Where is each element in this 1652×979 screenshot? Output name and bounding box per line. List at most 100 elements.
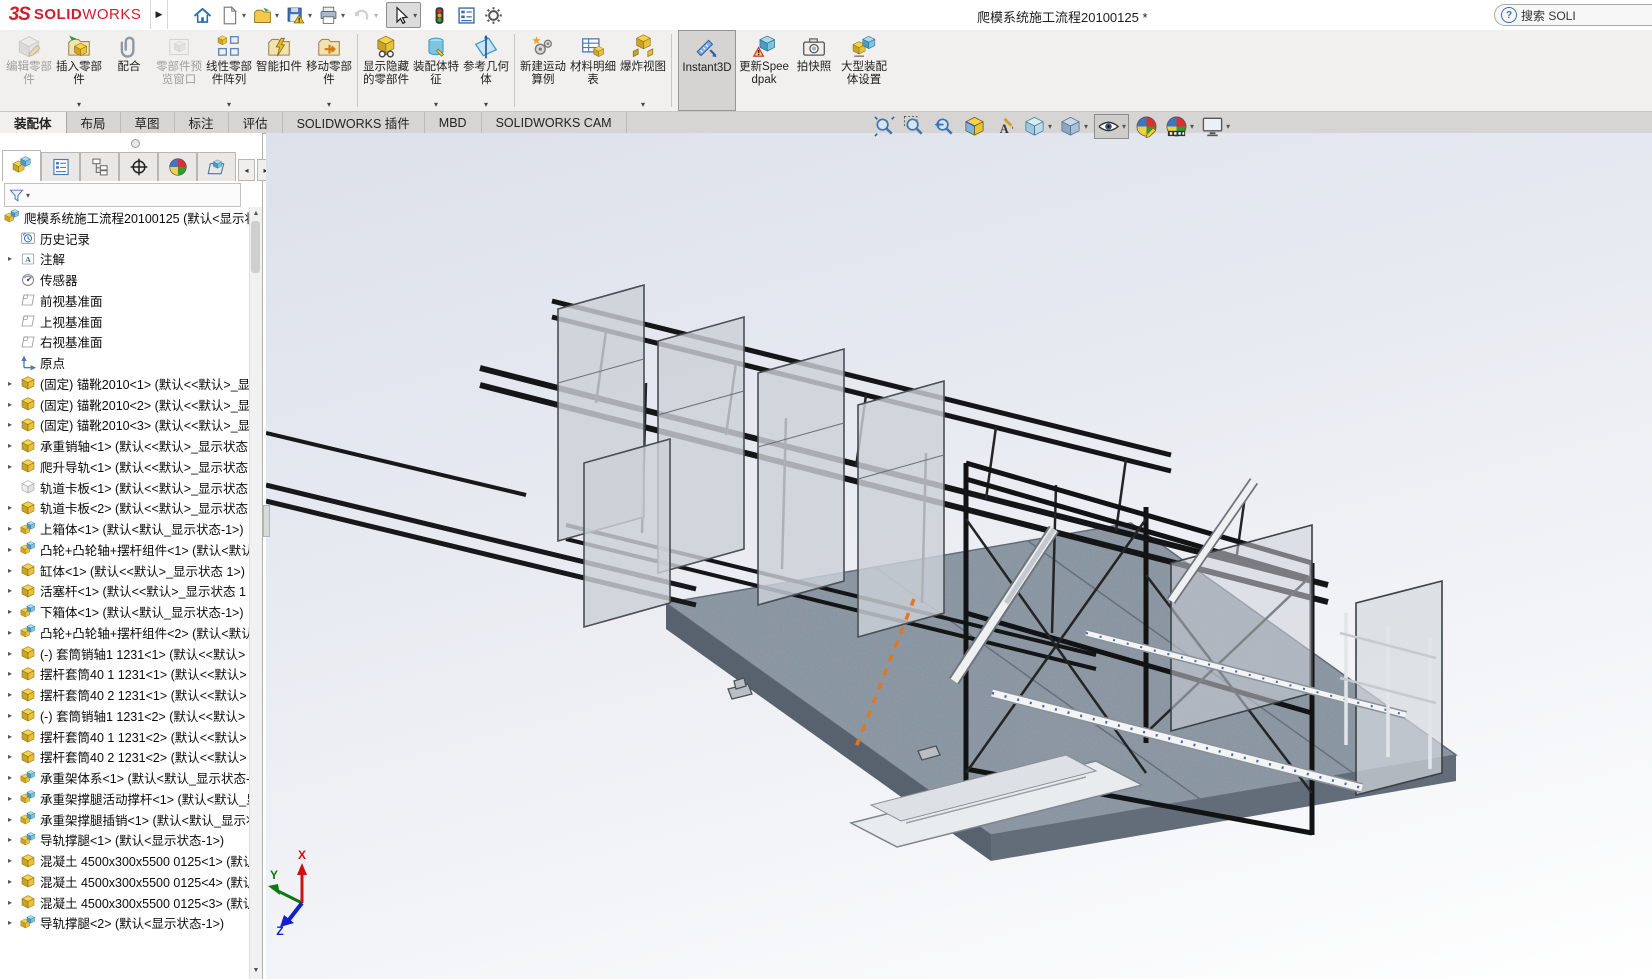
tree-item[interactable]: ▸ 活塞杆<1> (默认<<默认>_显示状态 1 bbox=[0, 581, 250, 602]
tree-item[interactable]: 原点 bbox=[0, 352, 250, 373]
smart-fastener-button[interactable]: 智能扣件 bbox=[254, 30, 304, 111]
viewport-3d[interactable]: X Y Z bbox=[266, 133, 1652, 979]
command-tab-7[interactable]: SOLIDWORKS CAM bbox=[482, 112, 627, 133]
dropdown-caret-icon[interactable]: ▾ bbox=[77, 100, 81, 109]
expand-arrow[interactable]: ▸ bbox=[0, 524, 20, 533]
tree-item[interactable]: ▸ 摆杆套筒40 1 1231<1> (默认<<默认> bbox=[0, 664, 250, 685]
tree-item[interactable]: ▸ 混凝土 4500x300x5500 0125<1> (默认 bbox=[0, 850, 250, 871]
reference-geometry-button[interactable]: 参考几何体 ▾ bbox=[461, 30, 511, 111]
panel-tab-scroll-left[interactable]: ◂ bbox=[238, 159, 255, 181]
tree-item[interactable]: 爬模系统施工流程20100125 (默认<显示状 bbox=[0, 207, 250, 228]
dropdown-caret-icon[interactable]: ▾ bbox=[341, 11, 345, 20]
expand-arrow[interactable]: ▸ bbox=[0, 898, 20, 907]
previous-view-button[interactable] bbox=[932, 114, 957, 139]
tree-item[interactable]: ▸ 混凝土 4500x300x5500 0125<4> (默认 bbox=[0, 871, 250, 892]
bom-table-button[interactable]: 材料明细表 bbox=[568, 30, 618, 111]
save-button[interactable]: ▾ bbox=[283, 2, 314, 28]
dropdown-caret-icon[interactable]: ▾ bbox=[308, 11, 312, 20]
expand-arrow[interactable]: ▸ bbox=[0, 918, 20, 927]
tree-item[interactable]: ▸ (-) 套筒销轴1 1231<1> (默认<<默认> bbox=[0, 643, 250, 664]
tree-item[interactable]: ▸ A 注解 bbox=[0, 249, 250, 270]
command-tab-6[interactable]: MBD bbox=[425, 112, 482, 133]
exploded-view-button[interactable]: 爆炸视图 ▾ bbox=[618, 30, 668, 111]
move-component-button[interactable]: 移动零部件 ▾ bbox=[304, 30, 354, 111]
dropdown-caret-icon[interactable]: ▾ bbox=[1226, 122, 1230, 131]
dropdown-caret-icon[interactable]: ▾ bbox=[1190, 122, 1194, 131]
tree-item[interactable]: ▸ 摆杆套筒40 1 1231<2> (默认<<默认> bbox=[0, 726, 250, 747]
tree-item[interactable]: ▸ 缸体<1> (默认<<默认>_显示状态 1>) bbox=[0, 560, 250, 581]
tree-item[interactable]: ▸ 上箱体<1> (默认<默认_显示状态-1>) bbox=[0, 518, 250, 539]
motion-study-button[interactable]: 新建运动算例 bbox=[518, 30, 568, 111]
tree-item[interactable]: ▸ (固定) 锚靴2010<3> (默认<<默认>_显 bbox=[0, 415, 250, 436]
tree-item[interactable]: ▸ 凸轮+凸轮轴+摆杆组件<1> (默认<默认 bbox=[0, 539, 250, 560]
tree-item[interactable]: ▸ 轨道卡板<2> (默认<<默认>_显示状态 bbox=[0, 498, 250, 519]
expand-arrow[interactable]: ▸ bbox=[0, 856, 20, 865]
expand-arrow[interactable]: ▸ bbox=[0, 877, 20, 886]
annotation-visibility-button[interactable]: A bbox=[992, 114, 1017, 139]
command-tab-5[interactable]: SOLIDWORKS 插件 bbox=[283, 112, 425, 133]
tree-item[interactable]: ▸ 承重销轴<1> (默认<<默认>_显示状态 bbox=[0, 435, 250, 456]
expand-arrow[interactable]: ▸ bbox=[0, 586, 20, 595]
tree-item[interactable]: 上视基准面 bbox=[0, 311, 250, 332]
displaymanager-tab[interactable] bbox=[158, 152, 197, 181]
update-speedpak-button[interactable]: 更新Speedpak bbox=[739, 30, 789, 111]
command-tab-4[interactable]: 评估 bbox=[229, 112, 283, 133]
instant3d-button[interactable]: Instant3D bbox=[678, 30, 736, 111]
expand-arrow[interactable]: ▸ bbox=[0, 649, 20, 658]
home-button[interactable] bbox=[190, 2, 215, 28]
rebuild-traffic-light-button[interactable] bbox=[427, 2, 452, 28]
expand-arrow[interactable]: ▸ bbox=[0, 566, 20, 575]
tree-item[interactable]: ▸ 混凝土 4500x300x5500 0125<3> (默认 bbox=[0, 892, 250, 913]
tree-item[interactable]: 右视基准面 bbox=[0, 332, 250, 353]
expand-arrow[interactable]: ▸ bbox=[0, 732, 20, 741]
expand-arrow[interactable]: ▸ bbox=[0, 690, 20, 699]
snapshot-button[interactable]: 拍快照 bbox=[789, 30, 839, 111]
view-settings-button[interactable]: ▾ bbox=[1200, 114, 1231, 139]
expand-arrow[interactable]: ▸ bbox=[0, 503, 20, 512]
edit-appearance-button[interactable] bbox=[1134, 114, 1159, 139]
scroll-up-arrow[interactable]: ▲ bbox=[250, 207, 262, 220]
tree-scrollbar[interactable]: ▲ ▼ bbox=[249, 207, 262, 979]
command-tab-1[interactable]: 布局 bbox=[67, 112, 121, 133]
expand-arrow[interactable]: ▸ bbox=[0, 400, 20, 409]
open-button[interactable]: ▾ bbox=[250, 2, 281, 28]
component-preview-button[interactable]: 零部件预览窗口 bbox=[154, 30, 204, 111]
expand-arrow[interactable]: ▸ bbox=[0, 752, 20, 761]
scroll-down-arrow[interactable]: ▼ bbox=[250, 964, 262, 977]
expand-arrow[interactable]: ▸ bbox=[0, 773, 20, 782]
expand-arrow[interactable]: ▸ bbox=[0, 379, 20, 388]
edit-component-button[interactable]: 编辑零部件 bbox=[4, 30, 54, 111]
linear-pattern-button[interactable]: 线性零部件阵列 ▾ bbox=[204, 30, 254, 111]
dropdown-caret-icon[interactable]: ▾ bbox=[434, 100, 438, 109]
tree-item[interactable]: 前视基准面 bbox=[0, 290, 250, 311]
expand-arrow[interactable]: ▸ bbox=[0, 545, 20, 554]
insert-component-button[interactable]: 插入零部件 ▾ bbox=[54, 30, 104, 111]
dropdown-caret-icon[interactable]: ▾ bbox=[1122, 122, 1126, 131]
panel-collapse-handle[interactable] bbox=[131, 139, 140, 148]
dropdown-caret-icon[interactable]: ▾ bbox=[1048, 122, 1052, 131]
expand-arrow[interactable]: ▸ bbox=[0, 420, 20, 429]
expand-arrow[interactable]: ▸ bbox=[0, 669, 20, 678]
display-pane-button[interactable] bbox=[454, 2, 479, 28]
hide-show-items-button[interactable]: ▾ bbox=[1094, 114, 1130, 139]
tree-item[interactable]: ▸ 爬升导轨<1> (默认<<默认>_显示状态 bbox=[0, 456, 250, 477]
tree-item[interactable]: ▸ 承重架撑腿活动撑杆<1> (默认<默认_显 bbox=[0, 788, 250, 809]
select-cursor-button[interactable]: ▾ bbox=[386, 2, 422, 28]
assembly-feature-button[interactable]: 装配体特征 ▾ bbox=[411, 30, 461, 111]
expand-arrow[interactable]: ▸ bbox=[0, 628, 20, 637]
expand-arrow[interactable]: ▸ bbox=[0, 835, 20, 844]
expand-arrow[interactable]: ▸ bbox=[0, 254, 20, 263]
tree-item[interactable]: ▸ 摆杆套筒40 2 1231<2> (默认<<默认> bbox=[0, 747, 250, 768]
dropdown-caret-icon[interactable]: ▾ bbox=[413, 11, 417, 20]
tree-item[interactable]: ▸ 承重架体系<1> (默认<默认_显示状态-1 bbox=[0, 767, 250, 788]
undo-button[interactable]: ▾ bbox=[349, 2, 380, 28]
tree-item[interactable]: ▸ (固定) 锚靴2010<2> (默认<<默认>_显 bbox=[0, 394, 250, 415]
configurationmanager-tab[interactable] bbox=[80, 152, 119, 181]
cam-manager-tab[interactable] bbox=[197, 152, 236, 181]
new-document-button[interactable]: ▾ bbox=[217, 2, 248, 28]
tree-item[interactable]: ▸ 下箱体<1> (默认<默认_显示状态-1>) bbox=[0, 601, 250, 622]
tree-item[interactable]: ▸ 摆杆套筒40 2 1231<1> (默认<<默认> bbox=[0, 684, 250, 705]
options-gear-button[interactable] bbox=[481, 2, 506, 28]
tree-item[interactable]: ▸ 凸轮+凸轮轴+摆杆组件<2> (默认<默认 bbox=[0, 622, 250, 643]
zoom-area-button[interactable] bbox=[902, 114, 927, 139]
